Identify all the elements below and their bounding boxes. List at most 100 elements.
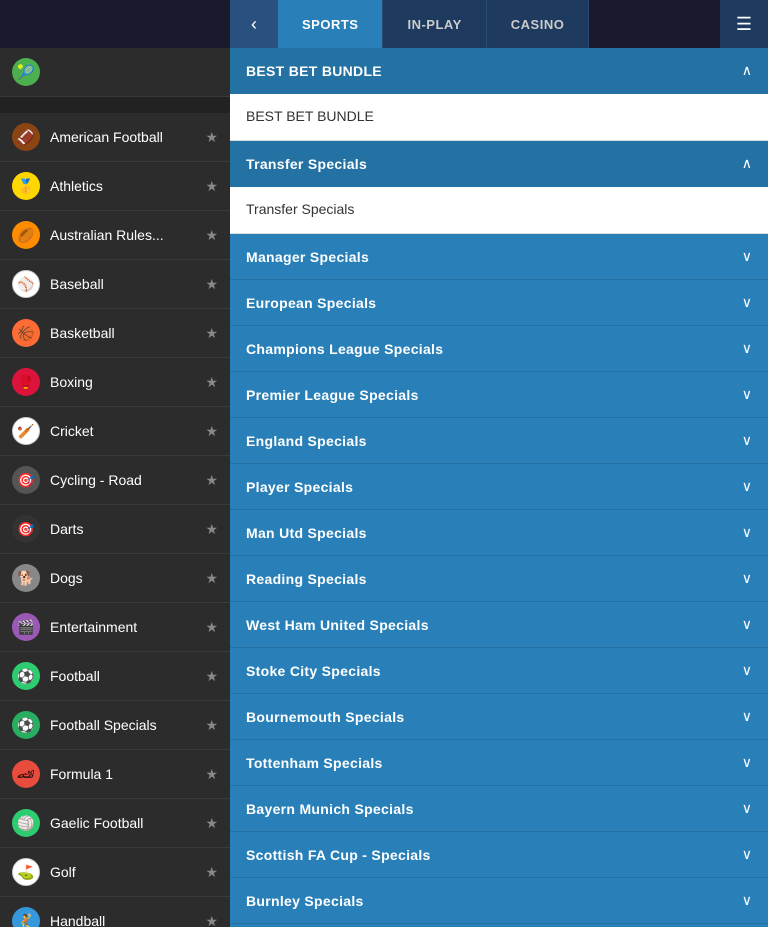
sidebar-item-football[interactable]: ⚽ Football ★ (0, 652, 230, 701)
sidebar-item-gaelic-football[interactable]: 🏐 Gaelic Football ★ (0, 799, 230, 848)
section-header-european-specials[interactable]: European Specials ∨ (230, 280, 768, 326)
football-star[interactable]: ★ (205, 668, 218, 685)
section-header-champions-league-specials[interactable]: Champions League Specials ∨ (230, 326, 768, 372)
sidebar: 🎾 🏈 American Football ★ 🥇 Athletics ★ 🏉 … (0, 48, 230, 927)
chevron-premier-league-specials: ∨ (742, 386, 752, 403)
section-title-man-utd-specials: Man Utd Specials (246, 525, 367, 541)
section-header-best-bet-bundle[interactable]: BEST BET BUNDLE ∧ (230, 48, 768, 94)
sidebar-featured-tennis[interactable]: 🎾 (0, 48, 230, 97)
australian-rules-label: Australian Rules... (50, 227, 205, 243)
sidebar-item-australian-rules[interactable]: 🏉 Australian Rules... ★ (0, 211, 230, 260)
chevron-champions-league-specials: ∨ (742, 340, 752, 357)
sidebar-item-basketball[interactable]: 🏀 Basketball ★ (0, 309, 230, 358)
section-header-west-ham-united-specials[interactable]: West Ham United Specials ∨ (230, 602, 768, 648)
sidebar-item-baseball[interactable]: ⚾ Baseball ★ (0, 260, 230, 309)
sidebar-item-boxing[interactable]: 🥊 Boxing ★ (0, 358, 230, 407)
cricket-star[interactable]: ★ (205, 423, 218, 440)
australian-rules-icon: 🏉 (12, 221, 40, 249)
cricket-label: Cricket (50, 423, 205, 439)
entertainment-star[interactable]: ★ (205, 619, 218, 636)
sidebar-item-athletics[interactable]: 🥇 Athletics ★ (0, 162, 230, 211)
entertainment-icon: 🎬 (12, 613, 40, 641)
section-title-premier-league-specials: Premier League Specials (246, 387, 419, 403)
handball-star[interactable]: ★ (205, 913, 218, 927)
cricket-icon: 🏏 (12, 417, 40, 445)
american-football-star[interactable]: ★ (205, 129, 218, 146)
dogs-star[interactable]: ★ (205, 570, 218, 587)
american-football-label: American Football (50, 129, 205, 145)
sidebar-item-darts[interactable]: 🎯 Darts ★ (0, 505, 230, 554)
chevron-stoke-city-specials: ∨ (742, 662, 752, 679)
football-label: Football (50, 668, 205, 684)
section-title-european-specials: European Specials (246, 295, 376, 311)
darts-icon: 🎯 (12, 515, 40, 543)
section-title-west-ham-united-specials: West Ham United Specials (246, 617, 429, 633)
sidebar-item-american-football[interactable]: 🏈 American Football ★ (0, 113, 230, 162)
athletics-label: Athletics (50, 178, 205, 194)
header: ‹ SPORTSIN-PLAYCASINO ☰ (0, 0, 768, 48)
header-nav: ‹ SPORTSIN-PLAYCASINO ☰ (230, 0, 768, 48)
basketball-star[interactable]: ★ (205, 325, 218, 342)
sidebar-item-cycling[interactable]: 🎯 Cycling - Road ★ (0, 456, 230, 505)
chevron-england-specials: ∨ (742, 432, 752, 449)
chevron-tottenham-specials: ∨ (742, 754, 752, 771)
section-title-bournemouth-specials: Bournemouth Specials (246, 709, 404, 725)
golf-label: Golf (50, 864, 205, 880)
section-title-best-bet-bundle: BEST BET BUNDLE (246, 63, 382, 79)
section-header-bournemouth-specials[interactable]: Bournemouth Specials ∨ (230, 694, 768, 740)
chevron-transfer-specials: ∧ (742, 155, 752, 172)
football-icon: ⚽ (12, 662, 40, 690)
section-header-scottish-fa-cup-specials[interactable]: Scottish FA Cup - Specials ∨ (230, 832, 768, 878)
american-football-icon: 🏈 (12, 123, 40, 151)
tab-casino[interactable]: CASINO (487, 0, 590, 48)
tab-inplay[interactable]: IN-PLAY (383, 0, 486, 48)
section-title-bayern-munich-specials: Bayern Munich Specials (246, 801, 414, 817)
sidebar-item-dogs[interactable]: 🐕 Dogs ★ (0, 554, 230, 603)
section-header-player-specials[interactable]: Player Specials ∨ (230, 464, 768, 510)
menu-icon[interactable]: ☰ (720, 0, 768, 48)
golf-star[interactable]: ★ (205, 864, 218, 881)
section-header-stoke-city-specials[interactable]: Stoke City Specials ∨ (230, 648, 768, 694)
basketball-label: Basketball (50, 325, 205, 341)
section-header-manager-specials[interactable]: Manager Specials ∨ (230, 234, 768, 280)
chevron-bayern-munich-specials: ∨ (742, 800, 752, 817)
section-header-tottenham-specials[interactable]: Tottenham Specials ∨ (230, 740, 768, 786)
sidebar-item-formula1[interactable]: 🏎 Formula 1 ★ (0, 750, 230, 799)
section-header-burnley-specials[interactable]: Burnley Specials ∨ (230, 878, 768, 924)
sidebar-item-football-specials[interactable]: ⚽ Football Specials ★ (0, 701, 230, 750)
sidebar-item-handball[interactable]: 🤾 Handball ★ (0, 897, 230, 927)
gaelic-football-icon: 🏐 (12, 809, 40, 837)
section-header-premier-league-specials[interactable]: Premier League Specials ∨ (230, 372, 768, 418)
formula1-star[interactable]: ★ (205, 766, 218, 783)
section-header-reading-specials[interactable]: Reading Specials ∨ (230, 556, 768, 602)
section-header-transfer-specials[interactable]: Transfer Specials ∧ (230, 141, 768, 187)
boxing-label: Boxing (50, 374, 205, 390)
cycling-star[interactable]: ★ (205, 472, 218, 489)
tab-sports[interactable]: SPORTS (278, 0, 383, 48)
dogs-icon: 🐕 (12, 564, 40, 592)
section-header-bayern-munich-specials[interactable]: Bayern Munich Specials ∨ (230, 786, 768, 832)
section-content-text-transfer-specials: Transfer Specials (246, 201, 354, 217)
formula1-label: Formula 1 (50, 766, 205, 782)
australian-rules-star[interactable]: ★ (205, 227, 218, 244)
chevron-european-specials: ∨ (742, 294, 752, 311)
boxing-star[interactable]: ★ (205, 374, 218, 391)
baseball-star[interactable]: ★ (205, 276, 218, 293)
darts-star[interactable]: ★ (205, 521, 218, 538)
all-sports-label (0, 97, 230, 113)
back-button[interactable]: ‹ (230, 0, 278, 48)
section-header-england-specials[interactable]: England Specials ∨ (230, 418, 768, 464)
section-content-transfer-specials: Transfer Specials (230, 187, 768, 234)
sidebar-item-cricket[interactable]: 🏏 Cricket ★ (0, 407, 230, 456)
baseball-icon: ⚾ (12, 270, 40, 298)
athletics-icon: 🥇 (12, 172, 40, 200)
sidebar-item-entertainment[interactable]: 🎬 Entertainment ★ (0, 603, 230, 652)
gaelic-football-star[interactable]: ★ (205, 815, 218, 832)
football-specials-label: Football Specials (50, 717, 205, 733)
section-title-tottenham-specials: Tottenham Specials (246, 755, 383, 771)
chevron-player-specials: ∨ (742, 478, 752, 495)
athletics-star[interactable]: ★ (205, 178, 218, 195)
football-specials-star[interactable]: ★ (205, 717, 218, 734)
section-header-man-utd-specials[interactable]: Man Utd Specials ∨ (230, 510, 768, 556)
sidebar-item-golf[interactable]: ⛳ Golf ★ (0, 848, 230, 897)
